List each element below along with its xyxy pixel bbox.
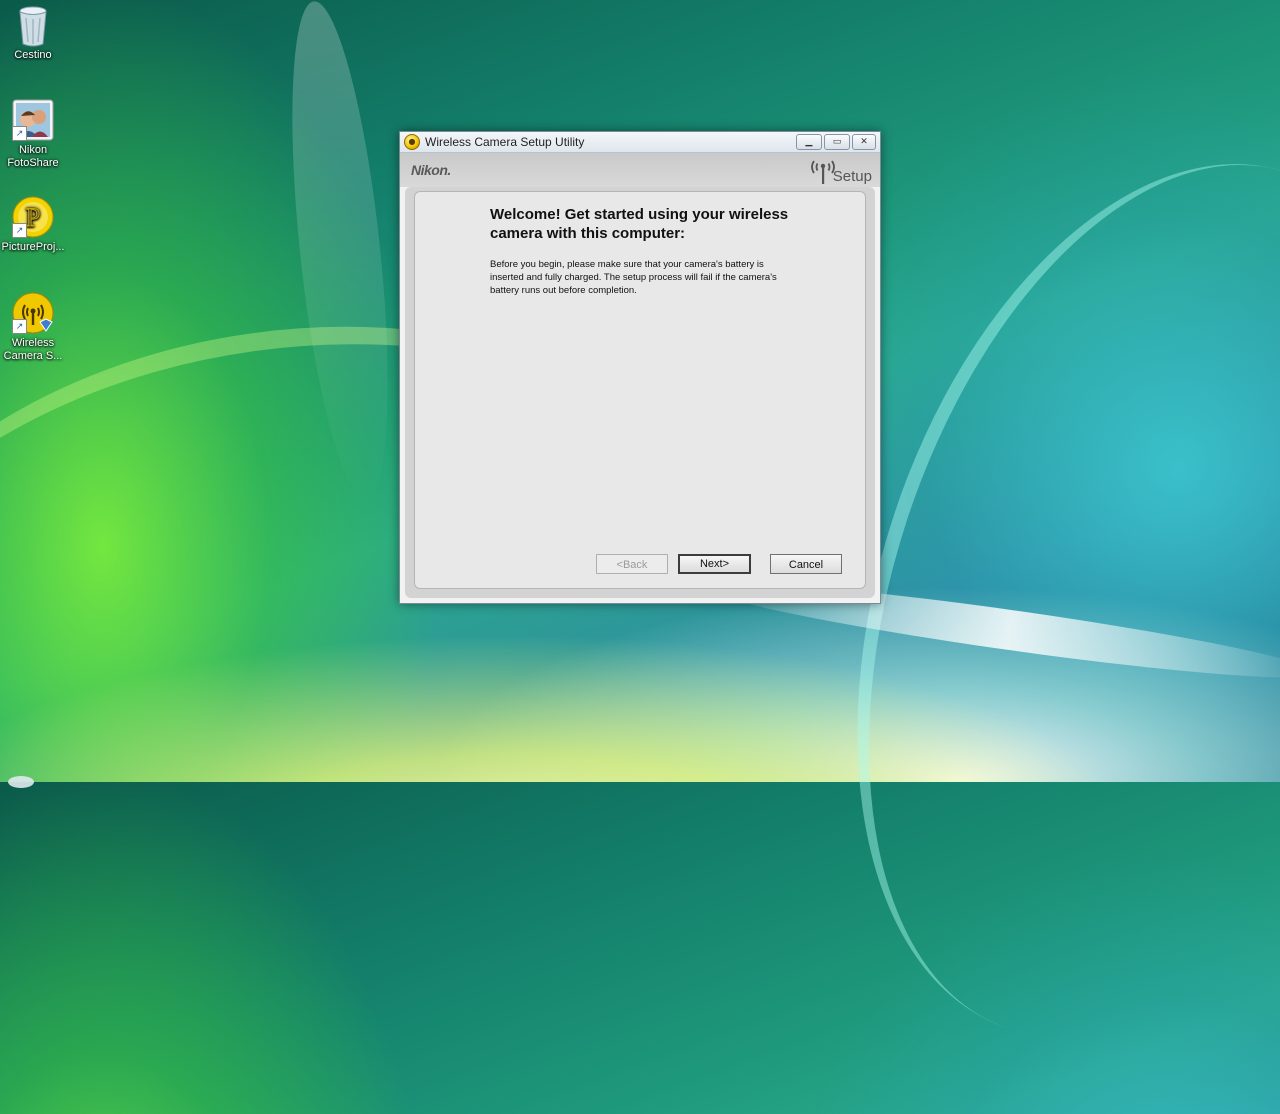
- shortcut-arrow-icon: ↗: [12, 223, 27, 238]
- minimize-button[interactable]: ▁: [796, 134, 822, 150]
- close-button[interactable]: ✕: [852, 134, 876, 150]
- svg-text:P: P: [26, 203, 40, 232]
- app-header: Nikon. Setup: [400, 153, 880, 187]
- start-orb-peek[interactable]: [8, 776, 34, 788]
- desktop-icon-recycle-bin[interactable]: Cestino: [0, 4, 66, 62]
- desktop-icon-label: Nikon FotoShare: [7, 144, 59, 169]
- maximize-button[interactable]: ▭: [824, 134, 850, 150]
- back-button[interactable]: <Back: [596, 554, 668, 574]
- app-icon: ●: [404, 134, 420, 150]
- cancel-button[interactable]: Cancel: [770, 554, 842, 574]
- desktop-icon-label: Wireless Camera S...: [3, 337, 63, 362]
- fotoshare-icon: ↗: [12, 99, 54, 141]
- recycle-bin-icon: [12, 4, 54, 47]
- welcome-heading: Welcome! Get started using your wireless…: [490, 206, 789, 242]
- content-panel: Welcome! Get started using your wireless…: [414, 191, 866, 589]
- pictureproject-icon: P ↗: [12, 196, 54, 238]
- setup-window: ● Wireless Camera Setup Utility ▁ ▭ ✕ Ni…: [399, 131, 881, 604]
- wallpaper-streak: [274, 0, 406, 503]
- shortcut-arrow-icon: ↗: [12, 126, 27, 141]
- wireless-camera-setup-icon: ↗: [12, 292, 54, 334]
- next-button[interactable]: Next>: [678, 554, 751, 574]
- desktop-icon-label: PictureProj...: [1, 241, 65, 253]
- shortcut-arrow-icon: ↗: [12, 319, 27, 334]
- nikon-logo: Nikon.: [411, 162, 451, 178]
- instruction-text: Before you begin, please make sure that …: [490, 259, 777, 296]
- setup-logo: Setup: [807, 155, 872, 185]
- content-frame: Welcome! Get started using your wireless…: [405, 187, 875, 598]
- desktop-icon-pictureproject[interactable]: P ↗ PictureProj...: [0, 196, 66, 254]
- setup-logo-text: Setup: [832, 168, 872, 185]
- title-bar[interactable]: ● Wireless Camera Setup Utility ▁ ▭ ✕: [400, 132, 880, 153]
- window-title: Wireless Camera Setup Utility: [425, 135, 585, 149]
- desktop-icon-fotoshare[interactable]: ↗ Nikon FotoShare: [0, 99, 66, 170]
- desktop-icon-wireless-camera-setup[interactable]: ↗ Wireless Camera S...: [0, 292, 66, 363]
- desktop-icon-label: Cestino: [14, 49, 52, 61]
